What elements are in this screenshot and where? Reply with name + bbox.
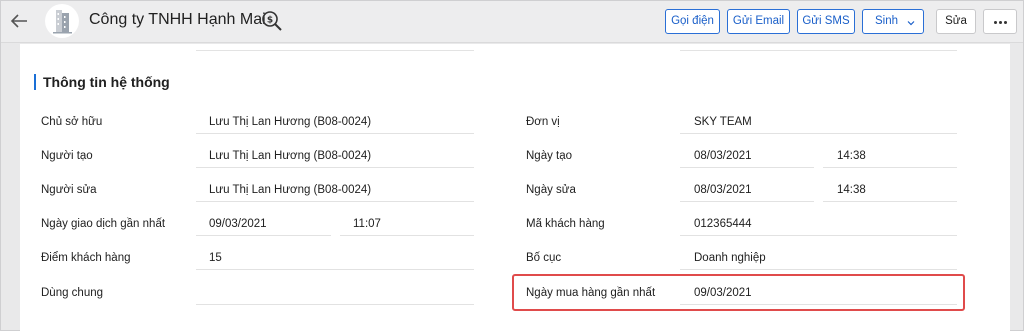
unit-label: Đơn vị [526,116,560,128]
field-underline [196,235,331,236]
field-underline [680,167,814,168]
edit-button[interactable]: Sửa [936,9,976,34]
svg-text:$: $ [267,16,273,26]
field-underline [823,167,957,168]
created-date-value[interactable]: 08/03/2021 [694,150,752,162]
layout-label: Bố cục [526,252,562,264]
last-transaction-label: Ngày giao dịch gần nhất [41,218,166,230]
modified-date-value[interactable]: 08/03/2021 [694,184,752,196]
layout-value[interactable]: Doanh nghiệp [694,252,766,264]
modified-time-value[interactable]: 14:38 [837,184,866,196]
last-transaction-time[interactable]: 11:07 [353,218,381,230]
call-button[interactable]: Gọi điện [665,9,720,34]
chevron-down-icon [907,21,915,26]
unit-value[interactable]: SKY TEAM [694,116,752,128]
send-email-button[interactable]: Gửi Email [727,9,790,34]
send-sms-button[interactable]: Gửi SMS [797,9,855,34]
owner-value[interactable]: Lưu Thị Lan Hương (B08-0024) [209,116,371,128]
field-underline [196,304,474,305]
customer-code-label: Mã khách hàng [526,218,605,230]
field-underline [680,201,814,202]
created-time-value[interactable]: 14:38 [837,150,866,162]
created-by-label: Người tạo [41,150,93,162]
section-title: Thông tin hệ thống [34,74,170,90]
shared-label: Dùng chung [41,287,104,299]
generate-dropdown-button[interactable]: Sinh [862,9,924,34]
field-underline [196,167,474,168]
customer-code-value[interactable]: 012365444 [694,218,752,230]
field-underline [680,235,957,236]
generate-dropdown-label: Sinh [875,15,899,27]
customer-score-label: Điểm khách hàng [41,252,131,264]
field-underline [823,201,957,202]
field-underline [196,201,474,202]
field-underline [340,235,474,236]
highlight-box [512,274,965,311]
created-by-value[interactable]: Lưu Thị Lan Hương (B08-0024) [209,150,371,162]
modified-date-label: Ngày sửa [526,184,576,196]
modified-by-value[interactable]: Lưu Thị Lan Hương (B08-0024) [209,184,371,196]
field-underline [196,44,474,51]
modified-by-label: Người sửa [41,184,97,196]
field-underline [196,133,474,134]
company-building-icon [45,4,79,38]
field-underline [680,44,957,51]
field-underline [680,269,957,270]
dollar-search-icon[interactable]: $ [260,9,284,33]
owner-label: Chủ sở hữu [41,116,103,128]
record-header: Công ty TNHH Hạnh Mai $ Gọi điện Gửi Ema… [1,1,1023,43]
field-underline [680,133,957,134]
last-transaction-date[interactable]: 09/03/2021 [209,218,267,230]
customer-score-value[interactable]: 15 [209,252,222,264]
page-title: Công ty TNHH Hạnh Mai [89,11,266,28]
back-arrow-icon[interactable] [7,9,31,33]
created-date-label: Ngày tạo [526,150,573,162]
more-dots-icon[interactable] [983,9,1017,34]
field-underline [196,269,474,270]
